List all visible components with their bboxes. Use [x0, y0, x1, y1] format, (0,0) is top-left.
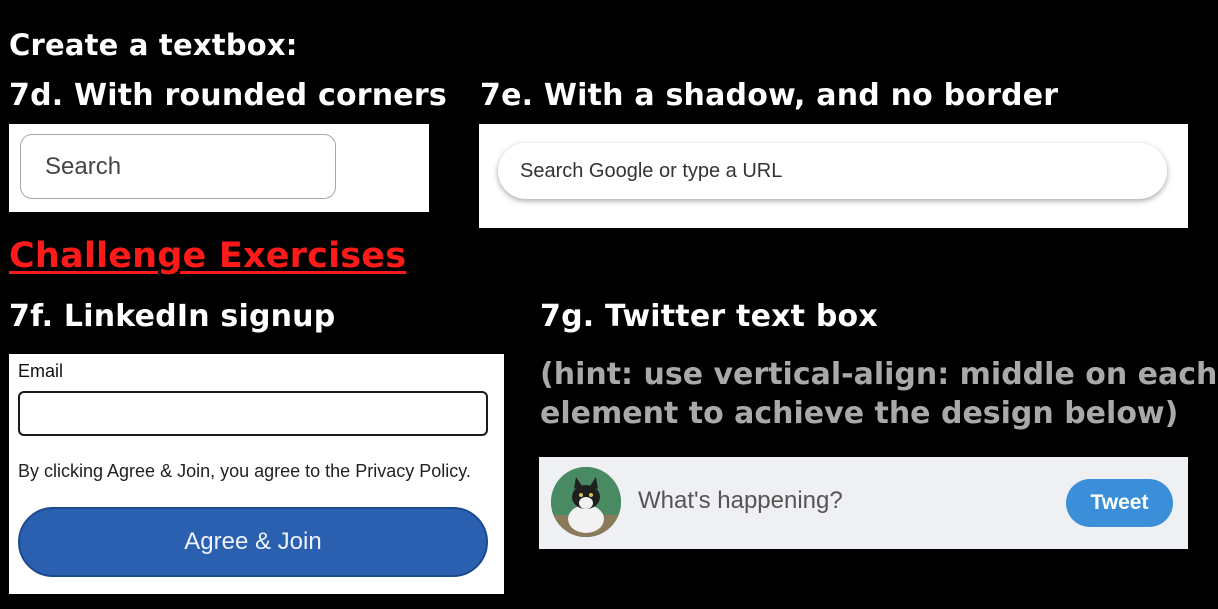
challenge-exercises-heading: Challenge Exercises: [9, 236, 407, 276]
tweet-button[interactable]: Tweet: [1066, 479, 1173, 527]
exercise-7e-panel: Search Google or type a URL: [479, 124, 1188, 228]
twitter-textbox-panel: What's happening? Tweet: [539, 457, 1188, 549]
shadow-search-input[interactable]: Search Google or type a URL: [498, 143, 1167, 199]
page-title: Create a textbox:: [9, 28, 298, 62]
exercise-7g-title: 7g. Twitter text box: [540, 299, 878, 334]
privacy-notice: By clicking Agree & Join, you agree to t…: [18, 461, 471, 481]
agree-join-button[interactable]: Agree & Join: [18, 507, 488, 577]
hint-line-2: element to achieve the design below): [540, 396, 1179, 431]
exercise-7d-panel: Search: [9, 124, 429, 212]
exercise-7g-hint: (hint: use vertical-align: middle on eac…: [540, 355, 1217, 433]
cat-avatar-image: [551, 467, 621, 537]
rounded-search-input[interactable]: Search: [20, 134, 336, 199]
tweet-input[interactable]: What's happening?: [638, 487, 843, 515]
exercise-7f-title: 7f. LinkedIn signup: [9, 299, 336, 334]
email-label: Email: [18, 361, 64, 381]
hint-line-1: (hint: use vertical-align: middle on eac…: [540, 357, 1218, 392]
email-field[interactable]: [18, 391, 488, 436]
exercise-7e-title: 7e. With a shadow, and no border: [480, 78, 1059, 113]
linkedin-signup-panel: Email By clicking Agree & Join, you agre…: [9, 354, 504, 594]
cat-avatar-icon: [551, 467, 621, 537]
exercise-7d-title: 7d. With rounded corners: [9, 78, 447, 113]
